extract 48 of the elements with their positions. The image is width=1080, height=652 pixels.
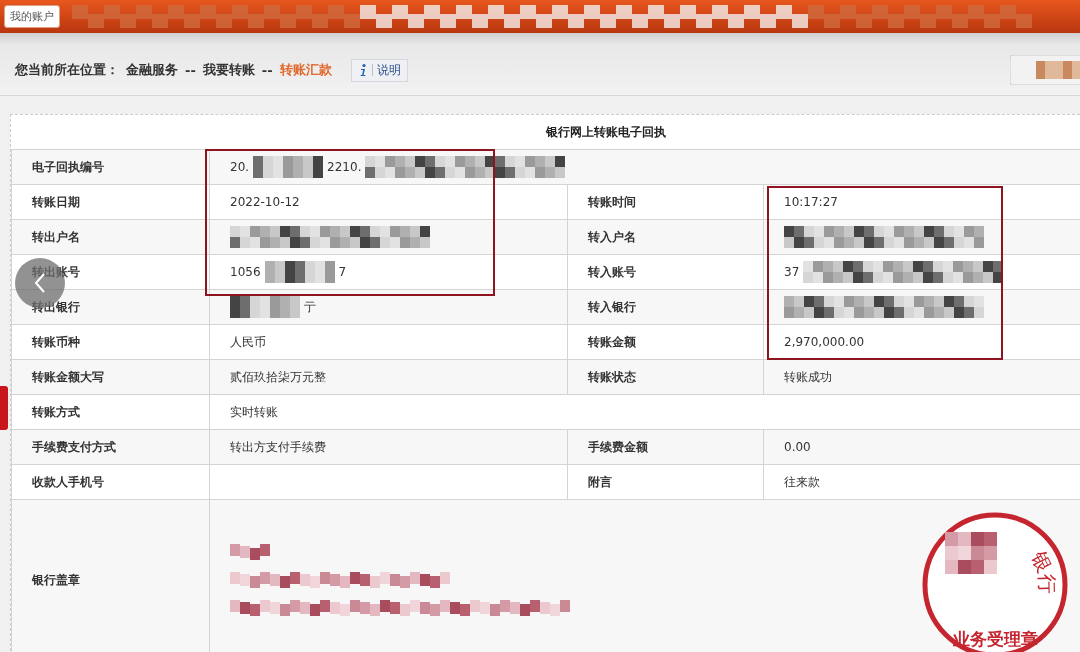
field-label: 转出户名 <box>32 229 80 244</box>
field-value: 20. <box>230 160 250 174</box>
field-value: 转账成功 <box>784 368 832 386</box>
redacted-mosaic <box>945 532 997 574</box>
field-value: 转出方支付手续费 <box>230 438 326 456</box>
breadcrumb-current: 转账汇款 <box>279 61 332 79</box>
redacted-mosaic <box>253 156 324 178</box>
field-label: 转账币种 <box>32 334 80 349</box>
field-value: 7 <box>338 265 347 279</box>
field-value: 贰佰玖拾柒万元整 <box>230 368 326 386</box>
stamp-text: 银行 <box>1026 547 1060 595</box>
field-value: 实时转账 <box>230 403 278 421</box>
field-value: 往来款 <box>784 473 820 491</box>
redacted-mosaic <box>230 296 300 318</box>
field-label: 收款人手机号 <box>32 474 104 489</box>
field-value: 亍 <box>304 298 316 316</box>
field-label: 转账金额大写 <box>32 369 104 384</box>
field-label: 转账时间 <box>588 194 636 209</box>
breadcrumb-link[interactable]: 金融服务 <box>126 61 178 79</box>
field-value: 0.00 <box>784 440 811 454</box>
field-value: 1056 <box>230 265 261 279</box>
help-button[interactable]: 说明 <box>350 58 408 82</box>
breadcrumb-separator: -- <box>185 62 196 78</box>
field-label: 附言 <box>588 474 612 489</box>
breadcrumb-link[interactable]: 我要转账 <box>202 61 255 79</box>
field-label: 转入银行 <box>588 299 636 314</box>
field-value: 2022-10-12 <box>230 195 300 209</box>
location-label: 您当前所在位置： <box>15 61 119 79</box>
field-value: 10:17:27 <box>784 195 838 209</box>
field-value: 37 <box>784 265 800 279</box>
account-button[interactable]: 我的账户 <box>4 5 60 28</box>
field-label: 手续费支付方式 <box>32 439 116 454</box>
field-label: 电子回执编号 <box>32 159 104 174</box>
field-label: 转账日期 <box>32 194 80 209</box>
field-value: 2,970,000.00 <box>784 335 865 349</box>
field-label: 转入账号 <box>588 264 636 279</box>
field-label: 转入户名 <box>588 229 636 244</box>
breadcrumb-separator: -- <box>261 62 273 78</box>
field-label: 转账方式 <box>32 404 80 419</box>
field-label: 转账状态 <box>588 369 636 384</box>
field-label: 银行盖章 <box>32 572 80 587</box>
redacted-mosaic <box>230 544 270 560</box>
field-value: 人民币 <box>230 333 266 351</box>
redacted-mosaic <box>264 261 335 283</box>
receipt-title: 银行网上转账电子回执 <box>544 123 667 141</box>
field-label: 手续费金额 <box>588 439 648 454</box>
field-value: 2210. <box>327 160 362 174</box>
field-label: 转账金额 <box>588 334 636 349</box>
